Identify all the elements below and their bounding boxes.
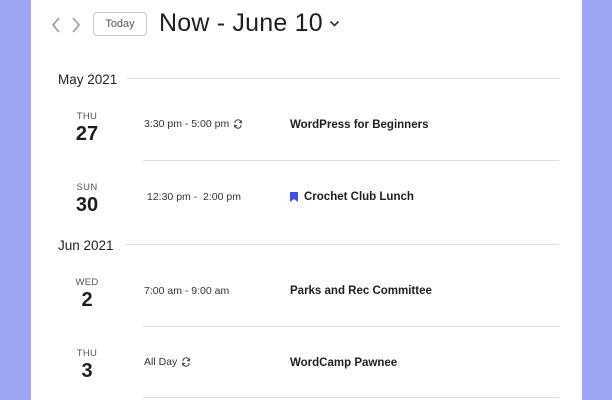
day-number: 30 (75, 194, 99, 216)
calendar-panel: Today Now - June 10 May 2021 THU 27 3:30… (31, 0, 582, 400)
next-arrow-icon[interactable] (68, 15, 84, 35)
event-title: WordPress for Beginners (290, 119, 429, 131)
month-separator-label: May 2021 (58, 72, 118, 87)
event-time: 7:00 am - 9:00 am (144, 285, 229, 297)
date-range-dropdown[interactable]: Now - June 10 (159, 9, 340, 38)
event-title: Parks and Rec Committee (290, 285, 432, 297)
event-time: All Day (144, 356, 191, 368)
day-number: 27 (75, 123, 99, 145)
event-divider (143, 326, 559, 327)
day-number: 2 (81, 289, 93, 311)
chevron-down-icon (329, 20, 339, 27)
event-title-link[interactable]: WordCamp Pawnee (290, 357, 397, 369)
event-divider (143, 397, 559, 398)
event-title-link[interactable]: Crochet Club Lunch (290, 191, 414, 203)
previous-arrow-icon[interactable] (48, 15, 64, 35)
recurring-icon (182, 357, 191, 367)
event-time: 3:30 pm - 5:00 pm (144, 118, 243, 130)
month-separator-line (125, 244, 559, 245)
event-time-text: 7:00 am - 9:00 am (144, 285, 230, 297)
recurring-icon (234, 119, 243, 129)
date-range-label: Now - June 10 (159, 9, 323, 37)
event-title-link[interactable]: Parks and Rec Committee (290, 285, 432, 297)
event-title-link[interactable]: WordPress for Beginners (290, 119, 428, 131)
month-separator-line (127, 78, 559, 79)
day-number: 3 (81, 360, 93, 382)
event-title: Crochet Club Lunch (304, 191, 414, 203)
day-of-week: THU (76, 111, 98, 122)
event-time-text: 3:30 pm - 5:00 pm (144, 118, 230, 130)
month-separator-label: Jun 2021 (58, 238, 114, 253)
event-time-text: All Day (144, 356, 178, 368)
day-of-week: THU (76, 348, 98, 359)
event-title: WordCamp Pawnee (290, 357, 398, 369)
event-divider (143, 160, 559, 161)
day-of-week: WED (75, 277, 99, 288)
event-time-text: 12:30 pm - 2:00 pm (147, 191, 241, 203)
today-button[interactable]: Today (93, 12, 147, 36)
event-time: 12:30 pm - 2:00 pm (147, 191, 241, 203)
featured-bookmark-icon (290, 192, 298, 202)
day-of-week: SUN (76, 182, 98, 193)
